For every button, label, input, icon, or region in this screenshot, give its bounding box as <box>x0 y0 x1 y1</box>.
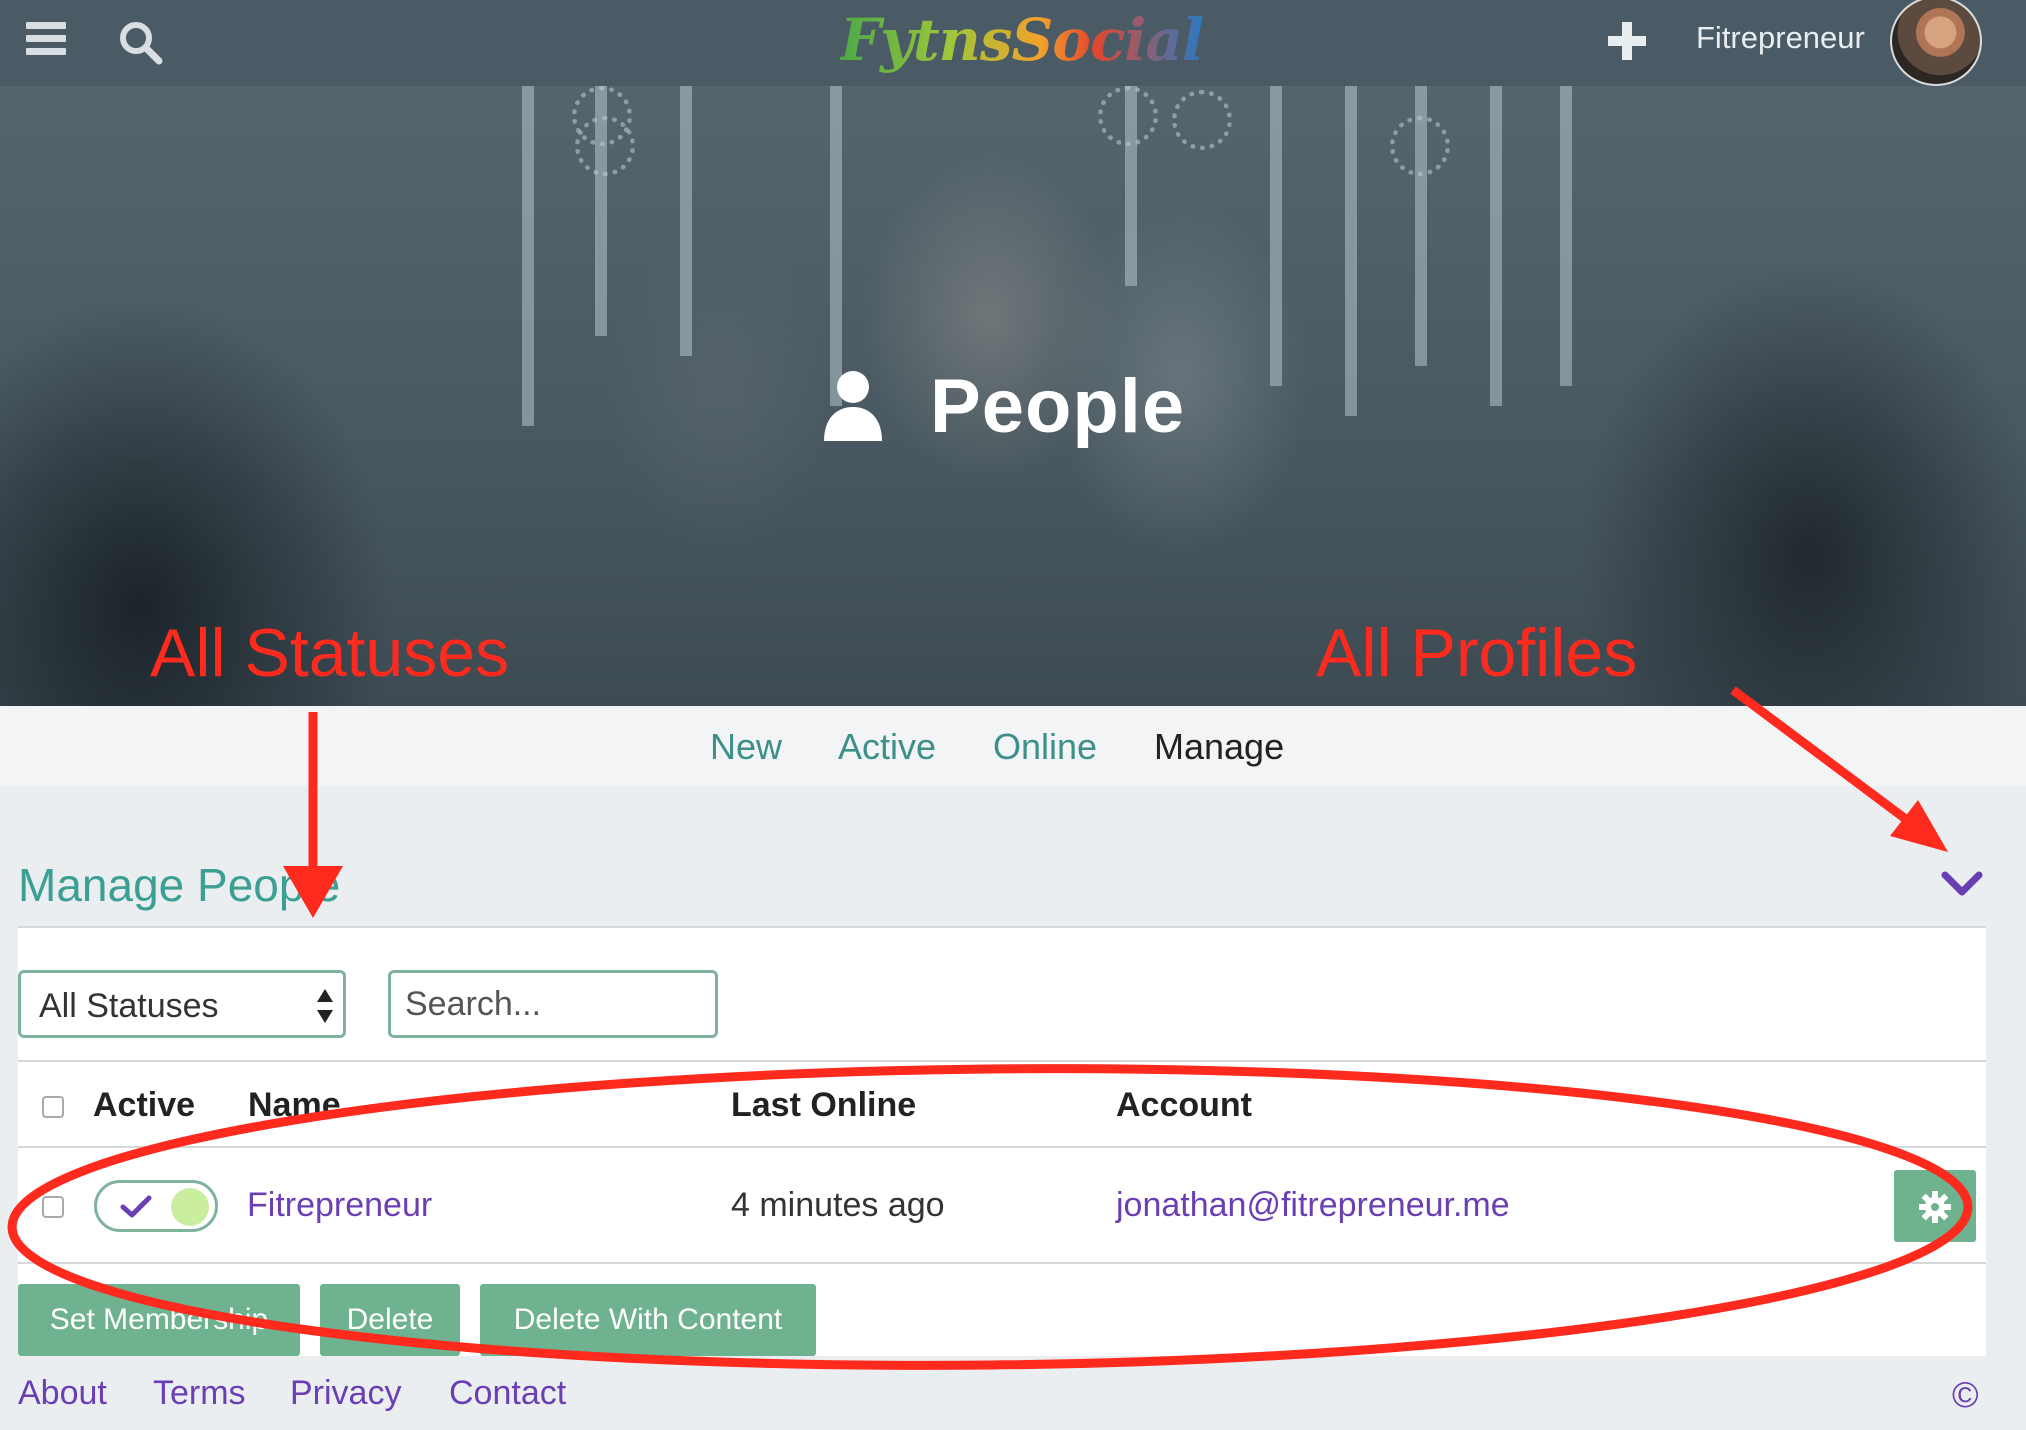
hero-decoration <box>575 116 635 176</box>
manage-people-card: All Statuses Active Name Last Online Acc… <box>18 926 1986 1356</box>
hero-decoration <box>1390 116 1450 176</box>
delete-with-content-button[interactable]: Delete With Content <box>480 1284 816 1356</box>
divider <box>18 1262 1986 1264</box>
top-bar: FytnsSocial Fitrepreneur <box>0 0 2026 86</box>
tab-new[interactable]: New <box>710 726 782 768</box>
divider <box>18 1060 1986 1062</box>
hero-decoration <box>1345 86 1357 416</box>
user-name-link[interactable]: Fitrepreneur <box>247 1186 432 1225</box>
column-header-name[interactable]: Name <box>248 1086 341 1125</box>
user-name[interactable]: Fitrepreneur <box>1696 20 1865 56</box>
footer-link-privacy[interactable]: Privacy <box>290 1374 401 1413</box>
footer-link-terms[interactable]: Terms <box>153 1374 246 1413</box>
annotation-label-all-statuses: All Statuses <box>150 615 510 691</box>
hero-banner: People <box>0 86 2026 706</box>
last-online-value: 4 minutes ago <box>731 1186 945 1224</box>
section-title: Manage People <box>18 859 341 911</box>
plus-icon[interactable] <box>1606 20 1648 62</box>
row-checkbox[interactable] <box>42 1196 64 1218</box>
delete-button[interactable]: Delete <box>320 1284 460 1356</box>
tab-active[interactable]: Active <box>838 726 936 768</box>
hero-decoration <box>1270 86 1282 386</box>
check-icon <box>120 1195 152 1218</box>
toggle-knob <box>171 1188 209 1226</box>
footer-link-contact[interactable]: Contact <box>449 1374 566 1413</box>
logo-text: FytnsSocial <box>840 6 1204 74</box>
copyright-symbol[interactable]: © <box>1952 1374 1979 1416</box>
column-header-account[interactable]: Account <box>1116 1086 1252 1125</box>
footer-link-about[interactable]: About <box>18 1374 107 1413</box>
row-settings-button[interactable] <box>1894 1170 1976 1242</box>
column-header-last-online[interactable]: Last Online <box>731 1086 916 1125</box>
column-header-active[interactable]: Active <box>93 1086 195 1125</box>
divider <box>18 1146 1986 1148</box>
app-logo[interactable]: FytnsSocial <box>818 4 1204 80</box>
status-filter-value: All Statuses <box>39 987 219 1025</box>
search-icon[interactable] <box>116 18 164 66</box>
page-heading: People <box>820 356 1185 456</box>
annotation-label-all-profiles: All Profiles <box>1316 615 1638 691</box>
active-toggle[interactable] <box>94 1180 218 1232</box>
hero-decoration <box>1490 86 1502 406</box>
chevron-down-icon[interactable] <box>1940 868 1984 900</box>
account-email-link[interactable]: jonathan@fitrepreneur.me <box>1116 1186 1510 1225</box>
hero-decoration <box>1560 86 1572 386</box>
search-input[interactable] <box>388 970 718 1038</box>
select-arrows-icon <box>317 989 333 1023</box>
hamburger-menu-icon[interactable] <box>26 22 66 58</box>
tab-manage[interactable]: Manage <box>1154 726 1284 768</box>
page-title: People <box>930 363 1186 449</box>
gear-icon <box>1919 1191 1951 1223</box>
hero-decoration <box>1098 86 1158 146</box>
person-icon <box>824 371 882 441</box>
hero-decoration <box>1172 90 1232 150</box>
set-membership-button[interactable]: Set Membership <box>18 1284 300 1356</box>
select-all-checkbox[interactable] <box>42 1096 64 1118</box>
hero-decoration <box>680 86 692 356</box>
people-tabs: New Active Online Manage <box>0 706 2026 786</box>
user-avatar[interactable] <box>1890 0 1982 86</box>
hero-decoration <box>522 86 534 426</box>
tab-online[interactable]: Online <box>993 726 1097 768</box>
status-filter-select[interactable]: All Statuses <box>18 970 346 1038</box>
